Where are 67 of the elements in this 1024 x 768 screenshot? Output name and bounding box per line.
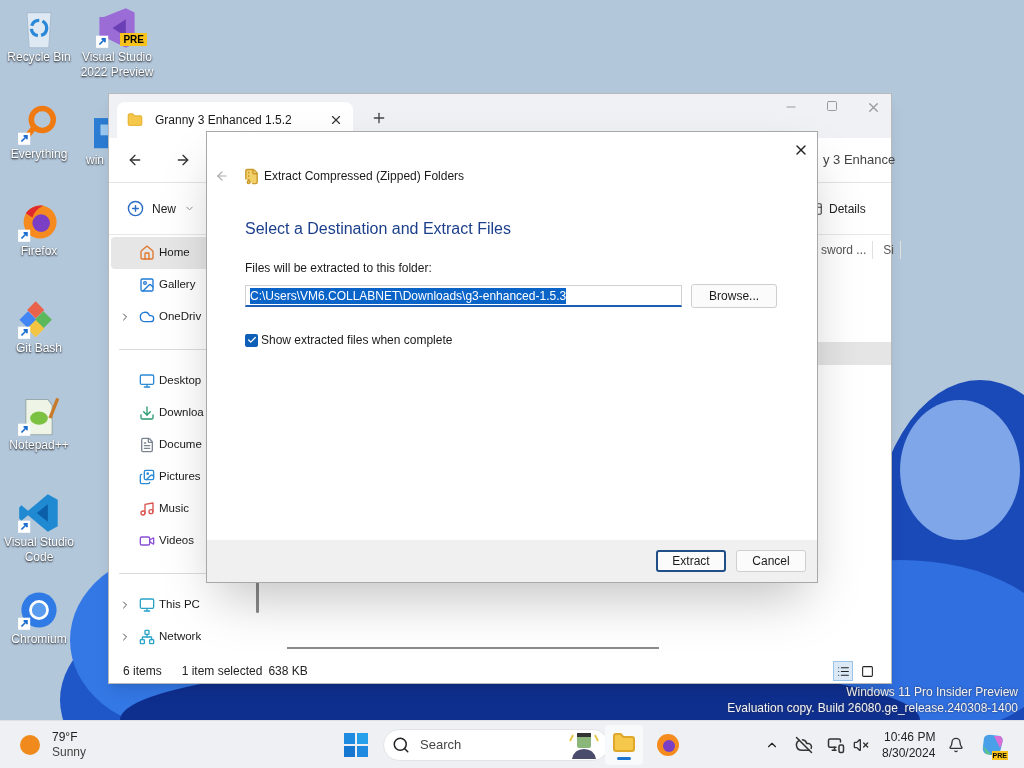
column-header[interactable]: Si bbox=[883, 241, 902, 259]
sidebar-item[interactable]: Downloa bbox=[111, 397, 257, 429]
start-icon[interactable] bbox=[344, 732, 368, 757]
muted-speaker-icon[interactable] bbox=[853, 736, 869, 753]
preview-badge: PRE bbox=[120, 33, 147, 46]
extract-button[interactable]: Extract bbox=[656, 550, 726, 572]
music-icon bbox=[139, 501, 155, 517]
details-view-button[interactable] bbox=[833, 661, 853, 681]
dialog-heading: Select a Destination and Extract Files bbox=[245, 219, 512, 239]
sidebar-item[interactable]: Desktop bbox=[111, 365, 257, 397]
cloud-off-icon[interactable] bbox=[795, 735, 813, 754]
zip-folder-icon bbox=[243, 167, 260, 185]
sidebar-item[interactable]: Docume bbox=[111, 429, 257, 461]
sidebar-item[interactable]: This PC bbox=[111, 589, 257, 621]
notification-bell-icon[interactable] bbox=[948, 736, 964, 753]
forward-arrow-icon[interactable] bbox=[175, 152, 191, 168]
download-icon bbox=[139, 405, 155, 421]
browse-button[interactable]: Browse... bbox=[691, 284, 777, 308]
clock[interactable]: 10:46 PM 8/30/2024 bbox=[882, 728, 936, 761]
close-tab-icon[interactable] bbox=[329, 113, 343, 127]
horizontal-scrollbar[interactable] bbox=[287, 647, 659, 649]
explorer-tab[interactable]: Granny 3 Enhanced 1.5.2 bbox=[117, 102, 353, 138]
new-button[interactable]: New bbox=[127, 199, 195, 218]
selection-size: 638 KB bbox=[268, 663, 308, 680]
dialog-title: Extract Compressed (Zipped) Folders bbox=[264, 168, 465, 185]
network-icon bbox=[139, 629, 155, 645]
video-icon bbox=[139, 533, 155, 549]
address-text: y 3 Enhance bbox=[823, 151, 896, 170]
search-placeholder: Search bbox=[420, 735, 462, 754]
destination-field[interactable]: C:\Users\VM6.COLLABNET\Downloads\g3-enhanced-1.5.3 bbox=[245, 285, 683, 307]
watermark-text: Evaluation copy. Build 26080.ge_release.240308-1400 bbox=[727, 700, 1018, 716]
weather-condition: Sunny bbox=[52, 744, 87, 760]
file-explorer-button[interactable] bbox=[605, 725, 643, 765]
list-icon bbox=[836, 664, 850, 678]
weather-widget[interactable]: 79°F Sunny bbox=[20, 729, 87, 760]
cancel-button[interactable]: Cancel bbox=[736, 550, 806, 572]
firefox-icon bbox=[656, 733, 680, 757]
tab-title: Granny 3 Enhanced 1.5.2 bbox=[155, 112, 293, 129]
scrollbar-thumb[interactable] bbox=[256, 581, 259, 613]
desktop-shortcut[interactable]: PRE Visual Studio 2022 Preview bbox=[78, 4, 156, 80]
desktop-icon bbox=[139, 373, 155, 389]
cloud-icon bbox=[139, 309, 155, 325]
checkbox[interactable] bbox=[245, 333, 258, 347]
home-icon bbox=[139, 245, 155, 261]
item-count: 6 items bbox=[123, 663, 162, 680]
document-icon bbox=[139, 437, 155, 453]
new-tab-icon[interactable] bbox=[371, 110, 387, 126]
figure-icon bbox=[568, 730, 600, 759]
sidebar-item[interactable]: Network bbox=[111, 621, 257, 653]
watermark-text: Windows 11 Pro Insider Preview bbox=[846, 684, 1018, 700]
sidebar-item[interactable]: Music bbox=[111, 493, 257, 525]
search-icon bbox=[392, 735, 410, 754]
sidebar-item[interactable]: Videos bbox=[111, 525, 257, 557]
sidebar-item[interactable]: Pictures bbox=[111, 461, 257, 493]
gallery-icon bbox=[139, 277, 155, 293]
network-icon[interactable] bbox=[827, 735, 845, 754]
sun-icon bbox=[20, 734, 40, 755]
temperature: 79°F bbox=[52, 729, 79, 745]
folder-icon bbox=[612, 730, 636, 755]
column-header[interactable]: sword ... bbox=[821, 241, 874, 259]
checkbox-label: Show extracted files when complete bbox=[261, 332, 453, 349]
computer-icon bbox=[139, 597, 155, 613]
pictures-icon bbox=[139, 469, 155, 485]
selection-status: 1 item selected bbox=[181, 663, 263, 680]
plus-circle-icon bbox=[127, 200, 144, 217]
square-icon bbox=[860, 664, 874, 678]
folder-icon bbox=[127, 112, 143, 128]
